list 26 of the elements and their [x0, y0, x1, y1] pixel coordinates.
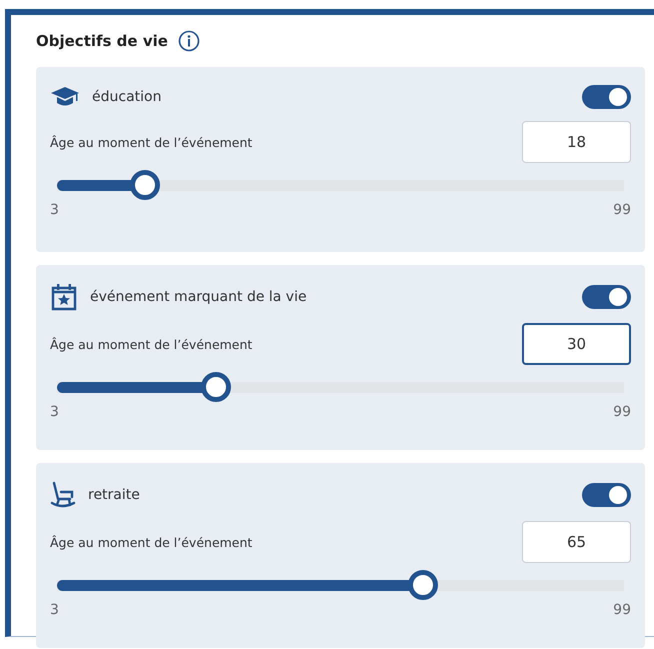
- slider-min-label: 3: [50, 202, 59, 218]
- slider-max-label: 99: [613, 404, 631, 420]
- goal-toggle[interactable]: [582, 85, 631, 109]
- slider-thumb[interactable]: [201, 372, 232, 402]
- goal-title: éducation: [92, 89, 162, 105]
- slider-thumb[interactable]: [408, 570, 438, 600]
- slider-thumb[interactable]: [130, 170, 160, 200]
- slider-max-label: 99: [613, 602, 631, 618]
- slider-min-label: 3: [50, 404, 59, 420]
- slider-max-label: 99: [613, 202, 631, 218]
- goal-title: événement marquant de la vie: [90, 289, 307, 305]
- age-label: Âge au moment de l’événement: [50, 134, 252, 150]
- goal-toggle[interactable]: [582, 285, 631, 309]
- age-label: Âge au moment de l’événement: [50, 336, 252, 352]
- section-title: Objectifs de vie: [36, 32, 168, 50]
- age-input[interactable]: 30: [522, 323, 631, 365]
- age-input[interactable]: 18: [522, 121, 631, 163]
- goal-title: retraite: [88, 487, 140, 503]
- rocking-chair-icon: [50, 481, 76, 509]
- age-input[interactable]: 65: [522, 521, 631, 563]
- graduation-cap-icon: [50, 86, 80, 108]
- slider-min-label: 3: [50, 602, 59, 618]
- info-icon[interactable]: [178, 30, 200, 52]
- age-label: Âge au moment de l’événement: [50, 534, 252, 550]
- calendar-star-icon: [50, 283, 78, 311]
- goal-toggle[interactable]: [582, 483, 631, 507]
